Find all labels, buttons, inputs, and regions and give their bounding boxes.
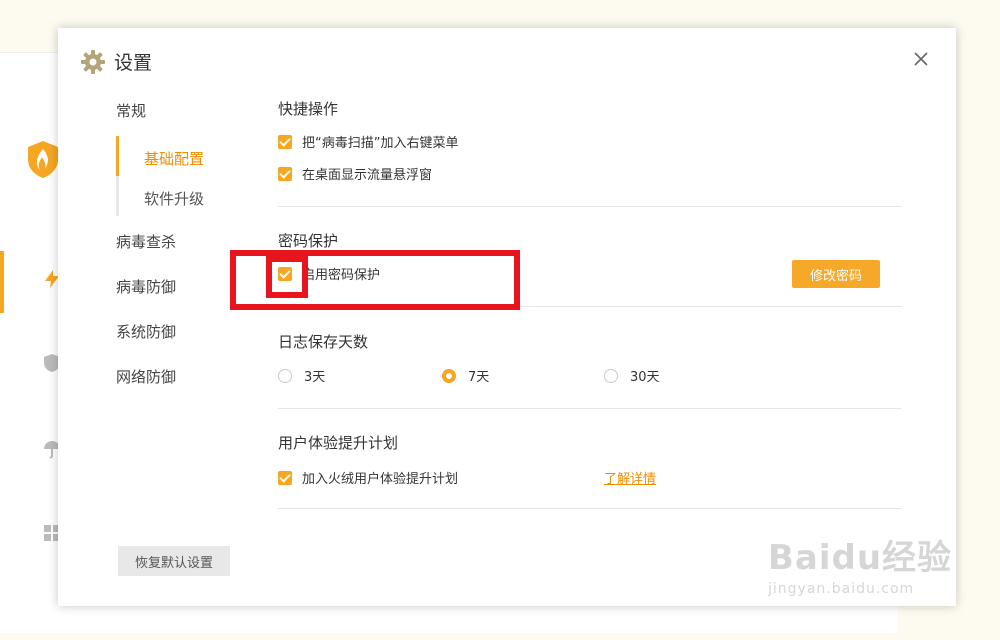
- context-menu-option[interactable]: 把“病毒扫描”加入右键菜单: [278, 132, 458, 151]
- divider: [278, 508, 902, 509]
- shortcuts-title: 快捷操作: [278, 100, 339, 118]
- log-days-option-30[interactable]: 30天: [604, 366, 660, 385]
- log-days-title: 日志保存天数: [278, 333, 369, 351]
- change-password-button[interactable]: 修改密码: [792, 260, 880, 288]
- radio-30-days-label: 30天: [630, 370, 660, 385]
- radio-3-days-label: 3天: [304, 370, 326, 385]
- active-nav-indicator: [0, 251, 4, 313]
- divider: [278, 206, 902, 207]
- learn-more-link[interactable]: 了解详情: [604, 468, 656, 487]
- watermark-url: jingyan.baidu.com: [768, 581, 915, 597]
- watermark-brand: Baidu经验: [768, 538, 953, 578]
- log-days-option-3[interactable]: 3天: [278, 366, 325, 385]
- restore-defaults-button[interactable]: 恢复默认设置: [118, 546, 230, 576]
- huorong-logo-icon: [28, 141, 58, 178]
- nav-system-defense[interactable]: 系统防御: [116, 321, 176, 342]
- nav-basic-config[interactable]: 基础配置: [144, 148, 204, 169]
- nav-virus-defense[interactable]: 病毒防御: [116, 276, 176, 297]
- context-menu-checkbox[interactable]: [278, 134, 292, 149]
- traffic-window-checkbox[interactable]: [278, 166, 292, 181]
- radio-30-days[interactable]: [604, 368, 618, 383]
- nav-software-upgrade[interactable]: 软件升级: [144, 188, 204, 209]
- gear-icon: [81, 49, 105, 74]
- settings-dialog: 设置 常规 基础配置 软件升级 病毒查杀 病毒防御 系统防御 网络防御 快捷操作…: [58, 28, 956, 606]
- dialog-title: 设置: [80, 48, 152, 75]
- context-menu-label: 把“病毒扫描”加入右键菜单: [302, 136, 459, 151]
- radio-7-days-label: 7天: [468, 370, 490, 385]
- traffic-window-option[interactable]: 在桌面显示流量悬浮窗: [278, 164, 432, 183]
- close-icon[interactable]: [912, 50, 930, 68]
- nav-virus-scan[interactable]: 病毒查杀: [116, 231, 176, 252]
- radio-3-days[interactable]: [278, 368, 292, 383]
- ux-join-checkbox[interactable]: [278, 470, 292, 485]
- ux-plan-title: 用户体验提升计划: [278, 434, 399, 452]
- nav-general[interactable]: 常规: [116, 100, 146, 121]
- annotation-checkbox-highlight: [266, 256, 308, 298]
- baidu-watermark: Baidu经验 jingyan.baidu.com: [768, 530, 952, 597]
- nav-network-defense[interactable]: 网络防御: [116, 366, 176, 387]
- nav-sub-active-indicator: [116, 136, 119, 176]
- ux-join-label: 加入火绒用户体验提升计划: [302, 472, 459, 487]
- log-days-option-7[interactable]: 7天: [442, 366, 489, 385]
- divider: [278, 408, 902, 409]
- ux-join-option[interactable]: 加入火绒用户体验提升计划: [278, 468, 458, 487]
- dialog-title-text: 设置: [114, 52, 153, 74]
- radio-7-days[interactable]: [442, 368, 456, 383]
- traffic-window-label: 在桌面显示流量悬浮窗: [302, 168, 433, 183]
- password-title: 密码保护: [278, 232, 339, 250]
